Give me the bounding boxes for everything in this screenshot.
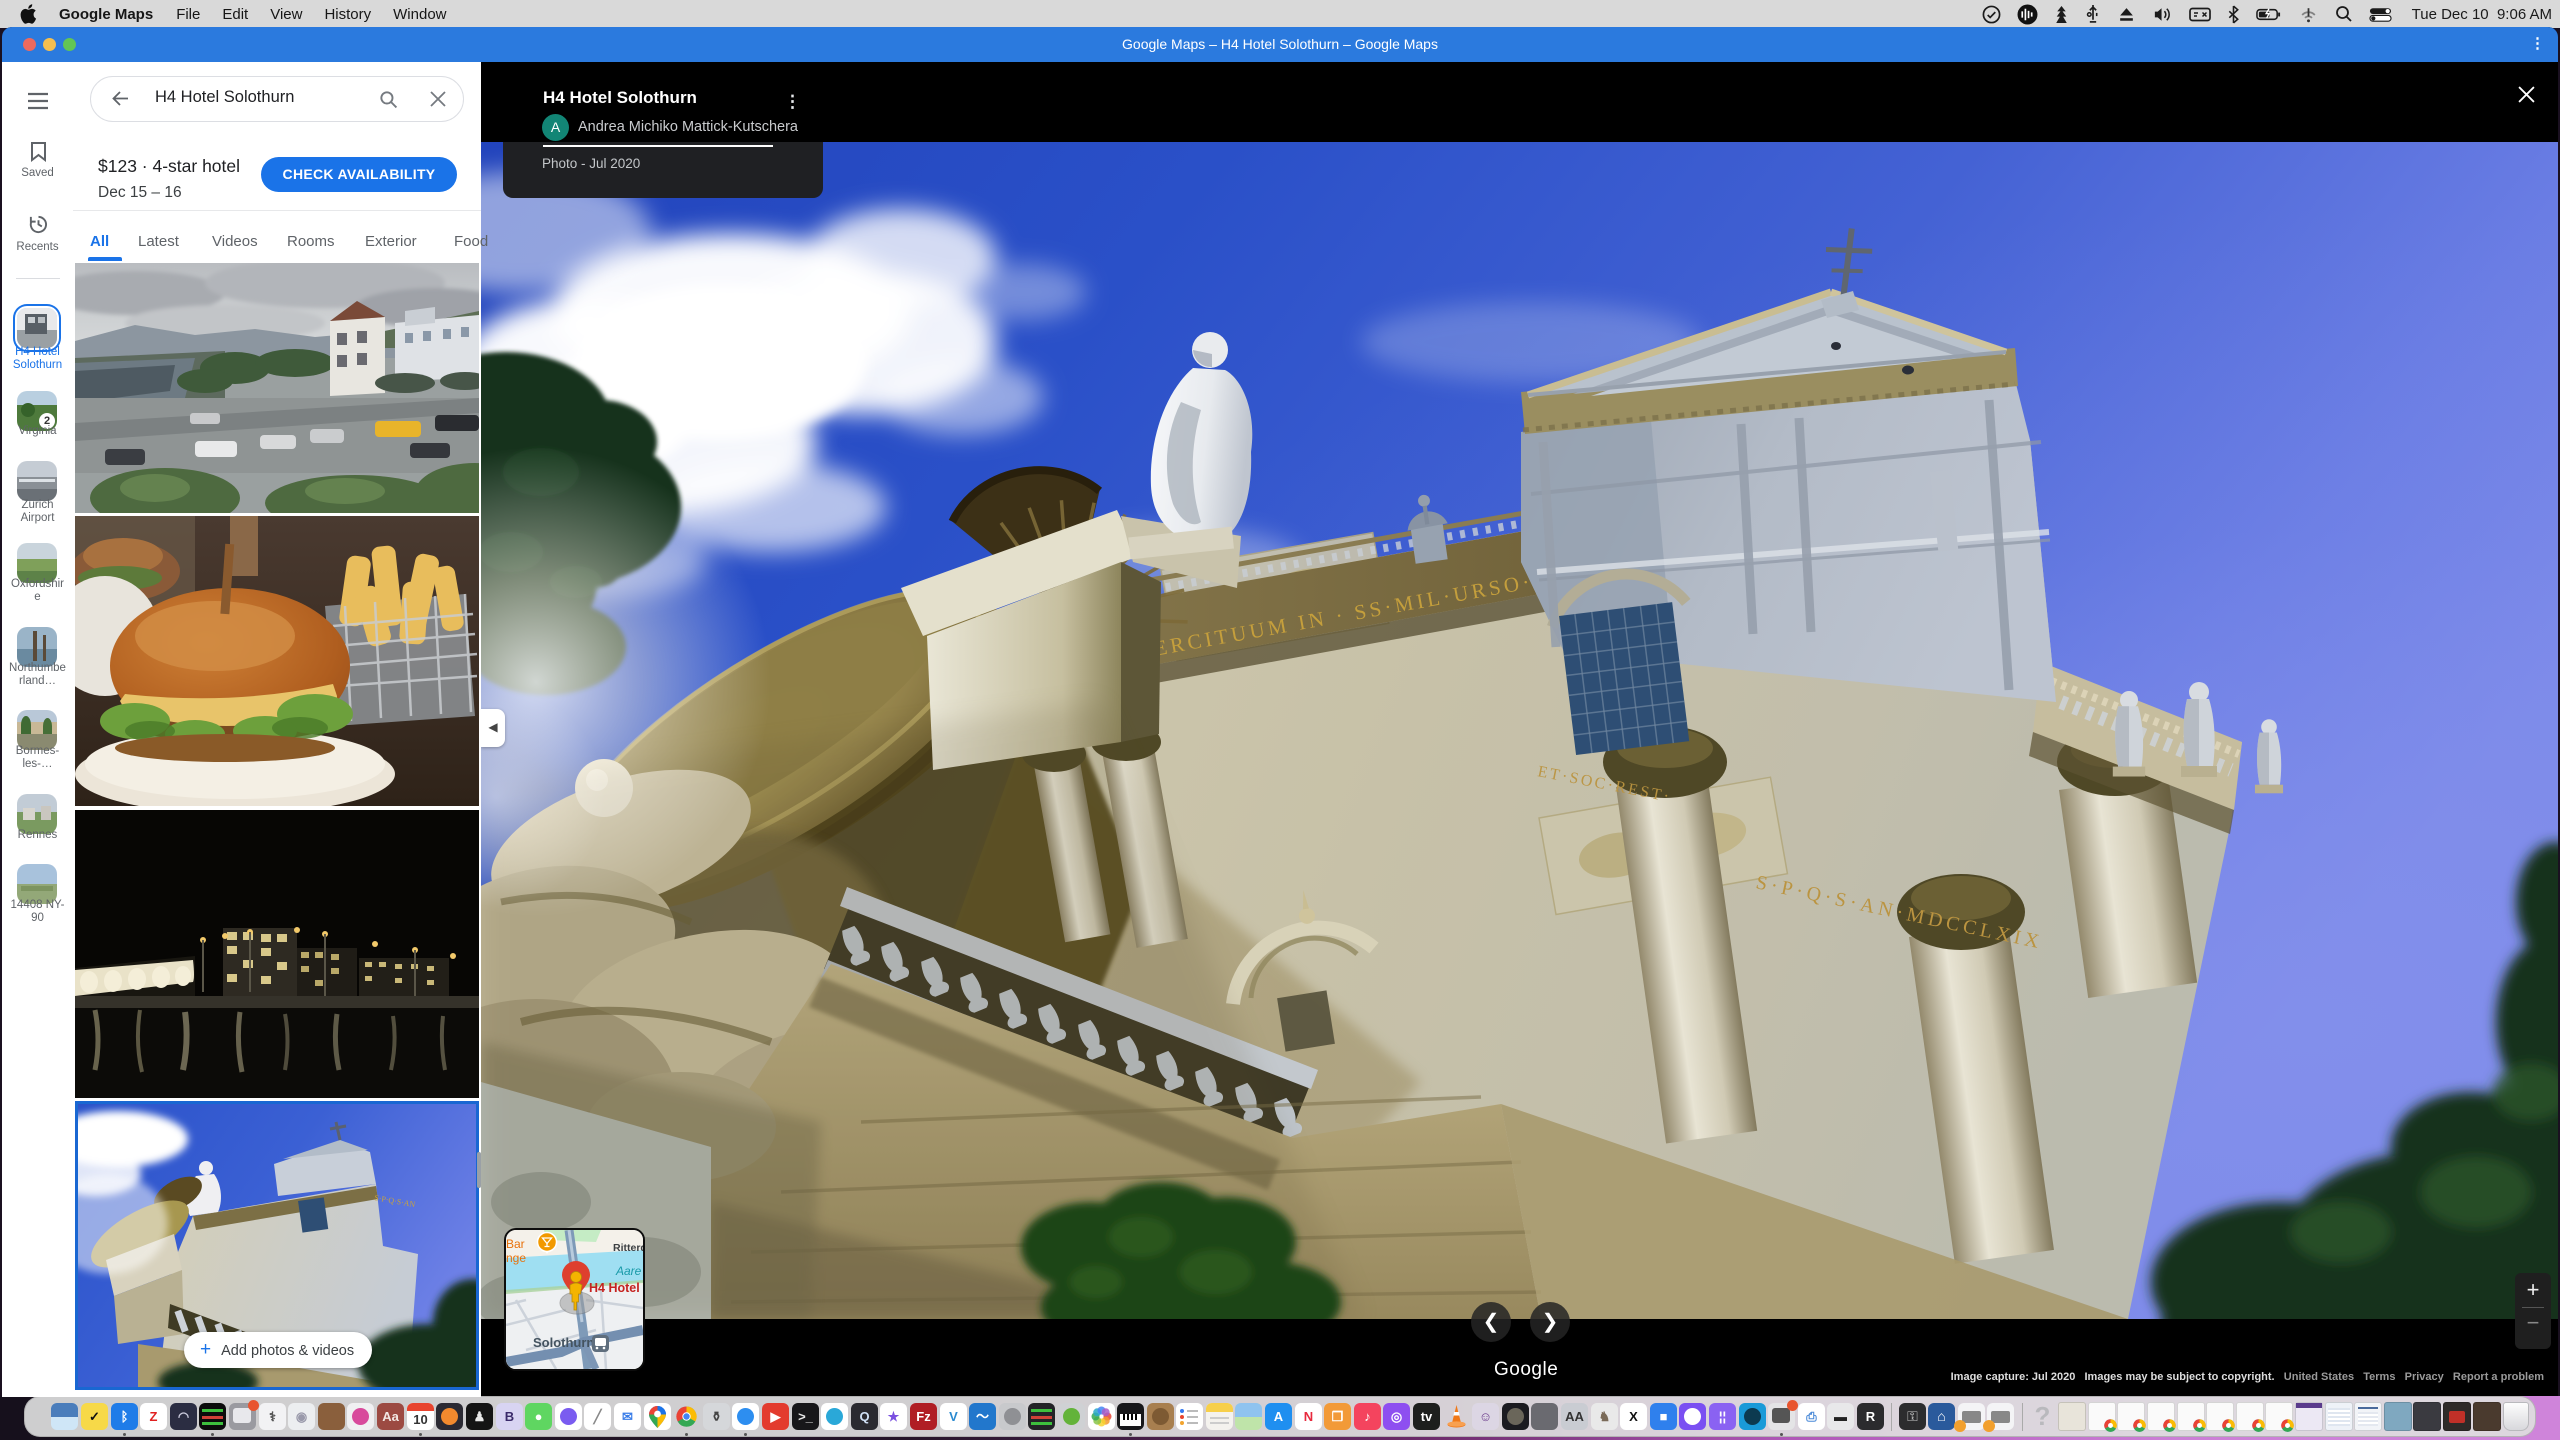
svg-text:Ritterq: Ritterq: [613, 1242, 643, 1254]
svg-text:Bar: Bar: [506, 1237, 525, 1251]
svg-text:H4 Hotel: H4 Hotel: [589, 1281, 640, 1295]
svg-text:Aare: Aare: [615, 1264, 642, 1278]
svg-text:nge: nge: [506, 1251, 526, 1265]
svg-text:Solothurn: Solothurn: [533, 1335, 594, 1350]
